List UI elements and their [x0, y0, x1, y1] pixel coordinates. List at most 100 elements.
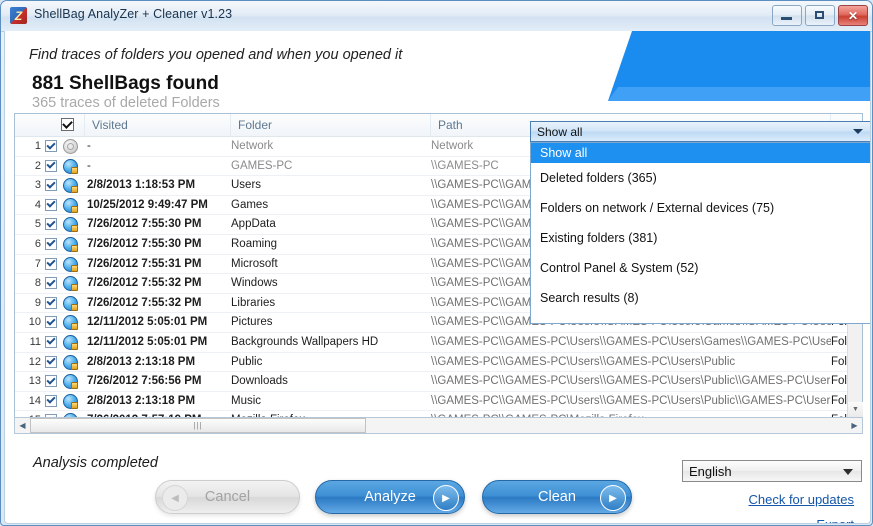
row-checkbox-cell[interactable]: [45, 274, 59, 293]
cell-visited: 7/26/2012 7:55:30 PM: [85, 215, 231, 234]
clean-button[interactable]: Clean ▶: [482, 480, 632, 514]
scroll-left-icon[interactable]: ◀: [15, 421, 30, 430]
row-checkbox[interactable]: [45, 297, 57, 309]
row-checkbox-cell[interactable]: [45, 392, 59, 411]
status-text: Analysis completed: [33, 455, 158, 471]
row-icon-cell: [63, 294, 81, 313]
row-checkbox[interactable]: [45, 277, 57, 289]
row-checkbox-cell[interactable]: [45, 215, 59, 234]
row-icon-cell: [63, 333, 81, 352]
header-visited[interactable]: Visited: [85, 114, 231, 136]
row-checkbox[interactable]: [45, 238, 57, 250]
filter-option-1[interactable]: Deleted folders (365): [531, 163, 870, 193]
arrow-left-icon: ◀: [162, 485, 188, 511]
row-icon-cell: [63, 372, 81, 391]
row-checkbox[interactable]: [45, 356, 57, 368]
globe-lock-icon: [63, 374, 78, 389]
globe-lock-icon: [63, 257, 78, 272]
analyze-button[interactable]: Analyze ▶: [315, 480, 465, 514]
globe-lock-icon: [63, 394, 78, 409]
cell-folder: Windows: [231, 274, 431, 293]
row-number: 6: [15, 235, 41, 254]
cell-folder: Public: [231, 353, 431, 372]
row-checkbox[interactable]: [45, 336, 57, 348]
filter-dropdown[interactable]: Show all: [530, 121, 871, 142]
filter-option-2[interactable]: Folders on network / External devices (7…: [531, 193, 870, 223]
globe-lock-icon: [63, 237, 78, 252]
cancel-button[interactable]: ◀ Cancel: [155, 480, 300, 514]
row-checkbox-cell[interactable]: [45, 333, 59, 352]
maximize-icon: [815, 11, 824, 19]
minimize-icon: [781, 17, 792, 20]
row-checkbox-cell[interactable]: [45, 235, 59, 254]
maximize-button[interactable]: [805, 5, 835, 26]
filter-option-4[interactable]: Control Panel & System (52): [531, 253, 870, 283]
row-checkbox-cell[interactable]: [45, 157, 59, 176]
cell-visited: 10/25/2012 9:49:47 PM: [85, 196, 231, 215]
row-checkbox-cell[interactable]: [45, 137, 59, 156]
globe-lock-icon: [63, 335, 78, 350]
row-checkbox[interactable]: [45, 258, 57, 270]
row-number: 1: [15, 137, 41, 156]
row-icon-cell: [63, 255, 81, 274]
table-row[interactable]: 137/26/2012 7:56:56 PMDownloads\\GAMES-P…: [15, 372, 862, 392]
check-for-updates-link[interactable]: Check for updates: [748, 492, 854, 507]
filter-dropdown-list[interactable]: Show allDeleted folders (365)Folders on …: [530, 142, 871, 324]
minimize-button[interactable]: [772, 5, 802, 26]
row-checkbox[interactable]: [45, 179, 57, 191]
decorative-banner-shade: [608, 87, 870, 101]
row-checkbox-cell[interactable]: [45, 372, 59, 391]
row-checkbox-cell[interactable]: [45, 294, 59, 313]
select-all-checkbox[interactable]: [61, 118, 74, 131]
row-checkbox-cell[interactable]: [45, 176, 59, 195]
row-number: 10: [15, 313, 41, 332]
cell-folder: Music: [231, 392, 431, 411]
row-checkbox-cell[interactable]: [45, 196, 59, 215]
cell-visited: -: [85, 157, 231, 176]
table-row[interactable]: 1112/11/2012 5:05:01 PMBackgrounds Wallp…: [15, 333, 862, 353]
horizontal-scrollbar[interactable]: ◀ ||| ▶: [14, 417, 863, 434]
scroll-down-icon[interactable]: ▼: [848, 402, 863, 417]
filter-option-0[interactable]: Show all: [531, 143, 870, 163]
cell-folder: GAMES-PC: [231, 157, 431, 176]
row-icon-cell: [63, 313, 81, 332]
cell-visited: 12/11/2012 5:05:01 PM: [85, 313, 231, 332]
row-checkbox-cell[interactable]: [45, 353, 59, 372]
globe-lock-icon: [63, 276, 78, 291]
filter-selected-value: Show all: [537, 125, 582, 139]
horizontal-scrollbar-thumb[interactable]: |||: [30, 418, 366, 433]
row-checkbox[interactable]: [45, 375, 57, 387]
row-icon-cell: [63, 392, 81, 411]
cell-folder: Downloads: [231, 372, 431, 391]
row-number: 12: [15, 353, 41, 372]
row-checkbox[interactable]: [45, 160, 57, 172]
row-icon-cell: [63, 196, 81, 215]
globe-lock-icon: [63, 159, 78, 174]
row-checkbox-cell[interactable]: [45, 255, 59, 274]
table-row[interactable]: 142/8/2013 2:13:18 PMMusic\\GAMES-PC\\GA…: [15, 392, 862, 412]
row-number: 13: [15, 372, 41, 391]
row-checkbox[interactable]: [45, 395, 57, 407]
header-select-all[interactable]: [15, 114, 85, 136]
row-number: 9: [15, 294, 41, 313]
table-row[interactable]: 122/8/2013 2:13:18 PMPublic\\GAMES-PC\\G…: [15, 353, 862, 373]
header-folder[interactable]: Folder: [231, 114, 431, 136]
filter-option-5[interactable]: Search results (8): [531, 283, 870, 313]
row-checkbox[interactable]: [45, 316, 57, 328]
cell-folder: Microsoft: [231, 255, 431, 274]
row-checkbox-cell[interactable]: [45, 313, 59, 332]
filter-option-3[interactable]: Existing folders (381): [531, 223, 870, 253]
horizontal-scrollbar-track[interactable]: |||: [30, 418, 847, 433]
row-checkbox[interactable]: [45, 218, 57, 230]
language-dropdown[interactable]: English: [682, 460, 862, 482]
page-subtitle: 365 traces of deleted Folders: [32, 95, 220, 111]
globe-lock-icon: [63, 178, 78, 193]
cell-visited: 2/8/2013 1:18:53 PM: [85, 176, 231, 195]
cell-path: \\GAMES-PC\\GAMES-PC\Users\\GAMES-PC\Use…: [431, 372, 831, 391]
scroll-right-icon[interactable]: ▶: [847, 421, 862, 430]
close-button[interactable]: ✕: [838, 5, 868, 26]
row-checkbox[interactable]: [45, 199, 57, 211]
row-checkbox[interactable]: [45, 140, 57, 152]
export-link[interactable]: Export: [816, 517, 854, 524]
window-title: ShellBag AnalyZer + Cleaner v1.23: [34, 7, 232, 21]
